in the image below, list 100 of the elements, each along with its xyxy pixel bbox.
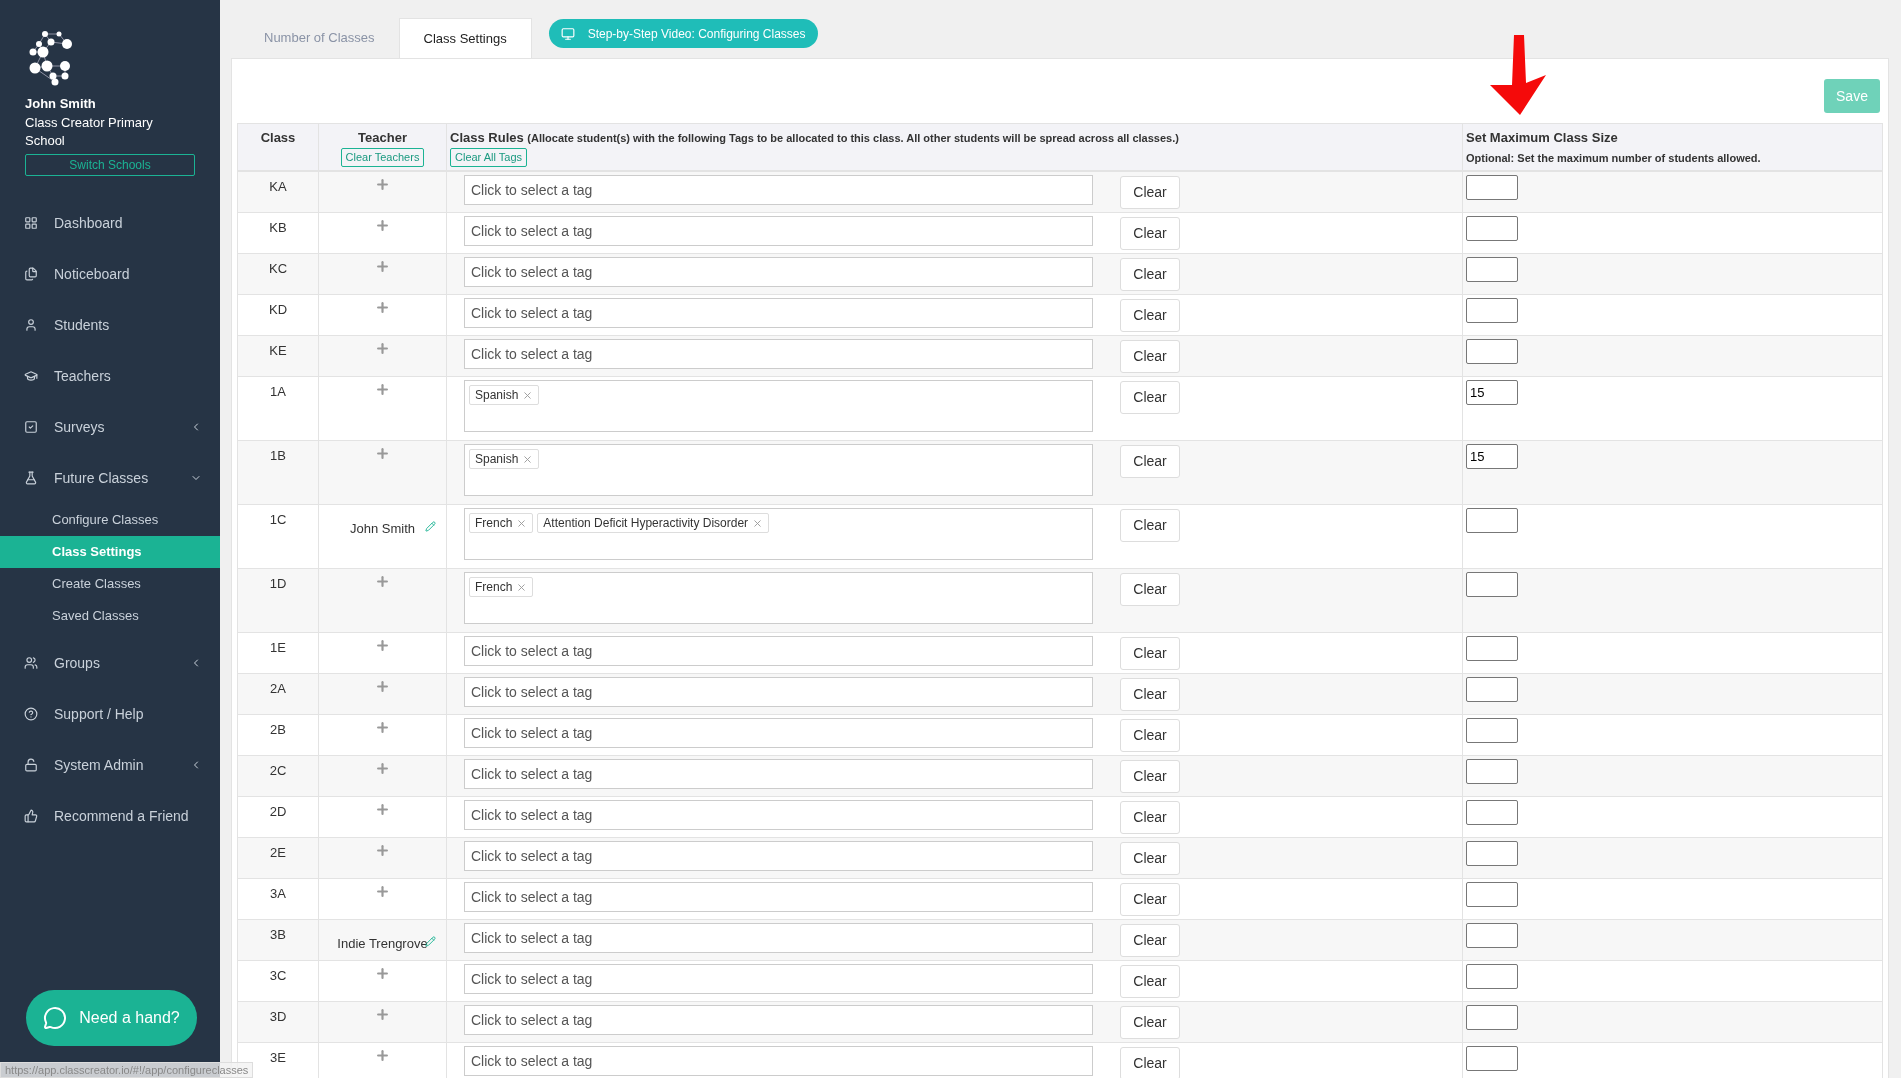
nav-item[interactable]: System Admin (0, 739, 220, 791)
nav-item[interactable]: Teachers (0, 350, 220, 402)
add-teacher-icon[interactable] (375, 884, 390, 899)
clear-button[interactable]: Clear (1120, 573, 1180, 606)
nav-item[interactable]: Noticeboard (0, 248, 220, 300)
add-teacher-icon[interactable] (375, 679, 390, 694)
add-teacher-icon[interactable] (375, 341, 390, 356)
clear-button[interactable]: Clear (1120, 176, 1180, 209)
nav-subitem[interactable]: Configure Classes (0, 503, 220, 536)
add-teacher-icon[interactable] (375, 259, 390, 274)
max-size-field[interactable] (1466, 175, 1518, 200)
max-size-field[interactable] (1466, 923, 1518, 948)
tag-select-field[interactable]: Click to select a tag (464, 841, 1093, 871)
clear-button[interactable]: Clear (1120, 883, 1180, 916)
add-teacher-icon[interactable] (375, 638, 390, 653)
clear-button[interactable]: Clear (1120, 637, 1180, 670)
clear-button[interactable]: Clear (1120, 678, 1180, 711)
clear-button[interactable]: Clear (1120, 1006, 1180, 1039)
clear-button[interactable]: Clear (1120, 801, 1180, 834)
max-size-field[interactable] (1466, 572, 1518, 597)
add-teacher-icon[interactable] (375, 1048, 390, 1063)
clear-button[interactable]: Clear (1120, 842, 1180, 875)
clear-button[interactable]: Clear (1120, 299, 1180, 332)
max-size-field[interactable] (1466, 964, 1518, 989)
max-size-field[interactable] (1466, 800, 1518, 825)
tag-select-field[interactable]: Click to select a tag (464, 677, 1093, 707)
add-teacher-icon[interactable] (375, 574, 390, 589)
max-size-field[interactable] (1466, 508, 1518, 533)
add-teacher-icon[interactable] (375, 761, 390, 776)
clear-button[interactable]: Clear (1120, 1047, 1180, 1078)
add-teacher-icon[interactable] (375, 720, 390, 735)
max-size-field[interactable] (1466, 1046, 1518, 1071)
remove-icon[interactable] (752, 517, 764, 529)
remove-icon[interactable] (516, 581, 528, 593)
nav-item[interactable]: Groups (0, 637, 220, 689)
max-size-field[interactable]: 15 (1466, 380, 1518, 405)
tag-select-field[interactable]: Click to select a tag (464, 636, 1093, 666)
clear-button[interactable]: Clear (1120, 381, 1180, 414)
nav-item[interactable]: Surveys (0, 401, 220, 453)
tag-select-field[interactable]: Spanish (464, 380, 1093, 432)
tab[interactable]: Class Settings (398, 18, 532, 58)
clear-button[interactable]: Clear (1120, 445, 1180, 478)
tag-select-field[interactable]: Spanish (464, 444, 1093, 496)
nav-subitem[interactable]: Saved Classes (0, 599, 220, 632)
clear-button[interactable]: Clear (1120, 924, 1180, 957)
remove-icon[interactable] (516, 517, 528, 529)
remove-icon[interactable] (522, 389, 534, 401)
clear-button[interactable]: Clear (1120, 217, 1180, 250)
clear-button[interactable]: Clear (1120, 509, 1180, 542)
add-teacher-icon[interactable] (375, 802, 390, 817)
add-teacher-icon[interactable] (375, 966, 390, 981)
tag-select-field[interactable]: Click to select a tag (464, 298, 1093, 328)
max-size-field[interactable] (1466, 298, 1518, 323)
clear-button[interactable]: Clear (1120, 719, 1180, 752)
max-size-field[interactable] (1466, 677, 1518, 702)
tag-select-field[interactable]: Click to select a tag (464, 339, 1093, 369)
clear-button[interactable]: Clear (1120, 340, 1180, 373)
add-teacher-icon[interactable] (375, 1007, 390, 1022)
max-size-field[interactable] (1466, 1005, 1518, 1030)
tag-select-field[interactable]: Click to select a tag (464, 759, 1093, 789)
clear-button[interactable]: Clear (1120, 258, 1180, 291)
nav-item[interactable]: Dashboard (0, 197, 220, 249)
tag-select-field[interactable]: Click to select a tag (464, 216, 1093, 246)
add-teacher-icon[interactable] (375, 446, 390, 461)
max-size-field[interactable] (1466, 718, 1518, 743)
max-size-field[interactable] (1466, 841, 1518, 866)
add-teacher-icon[interactable] (375, 177, 390, 192)
pencil-icon[interactable] (425, 936, 436, 947)
max-size-field[interactable] (1466, 339, 1518, 364)
tag-select-field[interactable]: Click to select a tag (464, 964, 1093, 994)
tag-select-field[interactable]: Click to select a tag (464, 257, 1093, 287)
tag-select-field[interactable]: Click to select a tag (464, 882, 1093, 912)
nav-item[interactable]: Future Classes (0, 452, 220, 504)
tag-select-field[interactable]: French Attention Deficit Hyperactivity Disorder (464, 508, 1093, 560)
tag-select-field[interactable]: Click to select a tag (464, 718, 1093, 748)
max-size-field[interactable] (1466, 882, 1518, 907)
tag-select-field[interactable]: Click to select a tag (464, 923, 1093, 953)
nav-subitem[interactable]: Create Classes (0, 567, 220, 600)
pencil-icon[interactable] (425, 521, 436, 532)
max-size-field[interactable] (1466, 257, 1518, 282)
max-size-field[interactable] (1466, 216, 1518, 241)
add-teacher-icon[interactable] (375, 382, 390, 397)
clear-button[interactable]: Clear (1120, 760, 1180, 793)
add-teacher-icon[interactable] (375, 218, 390, 233)
switch-schools-button[interactable]: Switch Schools (25, 153, 195, 176)
add-teacher-icon[interactable] (375, 300, 390, 315)
max-size-field[interactable] (1466, 636, 1518, 661)
add-teacher-icon[interactable] (375, 843, 390, 858)
nav-item[interactable]: Recommend a Friend (0, 790, 220, 842)
tag-select-field[interactable]: Click to select a tag (464, 175, 1093, 205)
nav-item[interactable]: Students (0, 299, 220, 351)
tag-select-field[interactable]: French (464, 572, 1093, 624)
tag-select-field[interactable]: Click to select a tag (464, 800, 1093, 830)
remove-icon[interactable] (522, 453, 534, 465)
tag-select-field[interactable]: Click to select a tag (464, 1005, 1093, 1035)
max-size-field[interactable]: 15 (1466, 444, 1518, 469)
tag-select-field[interactable]: Click to select a tag (464, 1046, 1093, 1076)
clear-button[interactable]: Clear (1120, 965, 1180, 998)
nav-item[interactable]: Support / Help (0, 688, 220, 740)
max-size-field[interactable] (1466, 759, 1518, 784)
